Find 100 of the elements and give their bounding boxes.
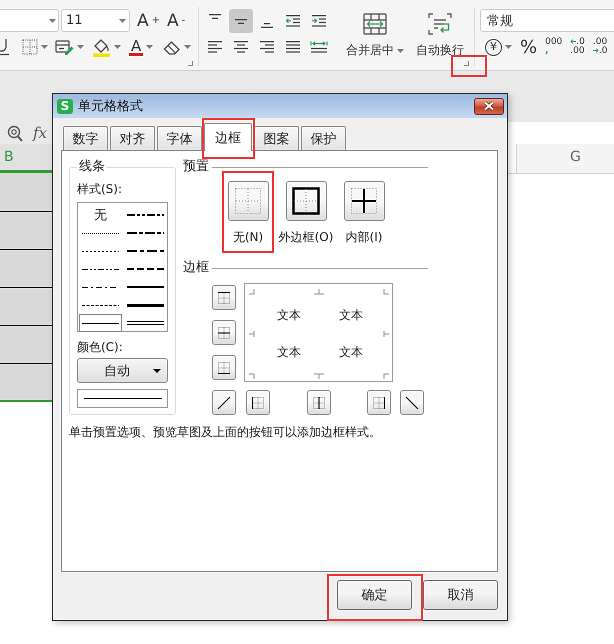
font-color-button[interactable]: A [129,37,154,57]
align-bottom-icon [261,23,273,28]
diagonal-up-border-icon [217,396,231,410]
tab[interactable]: 保护 [301,126,346,150]
borders-button[interactable] [22,37,48,57]
align-middle-icon [235,18,247,24]
tab[interactable]: 图案 [254,126,299,150]
wrap-text-icon [428,13,452,35]
fill-color-button[interactable] [92,37,121,57]
font-size-field[interactable]: 11 [61,9,130,32]
increase-decimal-button[interactable]: .0 .00 [570,37,585,57]
inside-border-icon [350,187,378,215]
line-sample-icon [127,268,164,270]
bottom-border-icon [217,360,231,374]
line-sample-icon [127,304,164,306]
caret-icon [119,18,126,22]
preset-label: 无(N) [232,230,264,244]
merge-cells-icon [363,13,387,35]
inner-horizontal-border-icon [217,326,231,340]
top-border-icon [217,290,231,304]
number-format-field[interactable]: 常规 [480,9,614,32]
field-label: 样式(S): [77,182,124,196]
indent-decrease-icon [285,15,301,27]
line-sample-icon [84,398,162,399]
line-sample-icon [127,250,164,252]
preset-label: 外边框(O) [278,230,334,244]
merge-center-button[interactable]: 合并居中 [343,13,407,57]
eraser-icon [163,40,182,54]
preset-button[interactable] [344,181,384,221]
group-title: 线条 [78,160,106,174]
line-style-option[interactable]: 无 [79,206,122,224]
column-header[interactable]: G [516,144,614,173]
line-sample-icon [82,268,119,270]
caret-icon [146,45,154,49]
line-sample-icon [127,232,164,234]
align-center-icon [233,41,249,53]
percent-button[interactable]: % [520,37,538,57]
grow-font-button[interactable]: A$^{+}$ [137,10,160,32]
decrease-decimal-button[interactable]: .00 .0 [592,37,608,57]
launcher-icon[interactable] [188,61,193,66]
sample-text: 文本 [338,307,364,323]
caret-icon [184,45,192,49]
sample-text: 文本 [276,344,302,360]
font-name-field[interactable] [0,9,59,32]
left-border-icon [251,396,265,410]
tab[interactable]: 边框 [204,123,252,151]
line-sample-icon [82,232,119,234]
caret-icon [153,368,161,372]
caret-icon [114,45,121,49]
paint-bucket-icon [92,38,111,56]
align-justify-icon [285,41,301,53]
zoom-icon[interactable] [7,124,23,142]
table-pencil-icon [55,39,74,55]
caret-icon [41,45,48,49]
align-distributed-icon [310,41,328,53]
line-sample-icon [82,250,119,252]
right-border-icon [372,396,386,410]
thousands-separator-button[interactable]: 000 , [545,37,562,57]
launcher-icon[interactable] [464,61,469,66]
currency-format-button[interactable]: ¥ [485,37,512,57]
caret-icon [505,45,512,49]
diagonal-down-border-icon [405,396,419,410]
section-title: 边框 [183,261,209,275]
sample-text: 文本 [338,344,364,360]
outline-border-icon [292,187,320,215]
inner-vertical-border-icon [312,396,326,410]
close-button[interactable] [474,98,504,114]
hint-text: 单击预置选项、预览草图及上面的按钮可以添加边框样式。 [69,425,382,439]
line-sample-icon [82,286,119,288]
section-title: 预置 [183,160,209,174]
tab[interactable]: 字体 [157,126,202,150]
function-label[interactable]: fx [33,124,48,142]
close-icon [483,101,495,111]
border-preview[interactable]: 文本 文本 文本 文本 [244,283,393,382]
indent-increase-icon [311,15,327,27]
align-top-icon [209,14,221,19]
currency-symbol: ¥ [485,38,502,56]
preset-label: 内部(I) [346,230,382,244]
tab[interactable]: 数字 [63,126,108,150]
align-middle-button[interactable] [229,9,253,33]
tab[interactable]: 对齐 [110,126,155,150]
preset-button[interactable] [286,181,326,221]
window-title: 单元格格式 [78,98,143,115]
border-button[interactable] [400,390,424,415]
align-left-icon [207,41,223,53]
caret-icon [77,45,84,49]
underline-icon[interactable] [0,38,10,56]
cancel-button[interactable]: 取消 [423,580,498,610]
border-button[interactable] [212,390,236,415]
line-sample-icon [82,322,119,324]
line-style-option[interactable] [79,314,122,332]
shrink-font-button[interactable]: A$^{-}$ [167,10,186,32]
ok-button[interactable]: 确定 [337,580,412,610]
color-dropdown[interactable]: 自动 [77,358,168,383]
line-sample-icon [82,304,119,306]
caret-icon [49,18,56,22]
line-sample-icon [127,214,164,216]
arrow-right-icon [592,48,599,54]
no-border-icon [234,187,262,215]
caret-icon [397,48,404,53]
